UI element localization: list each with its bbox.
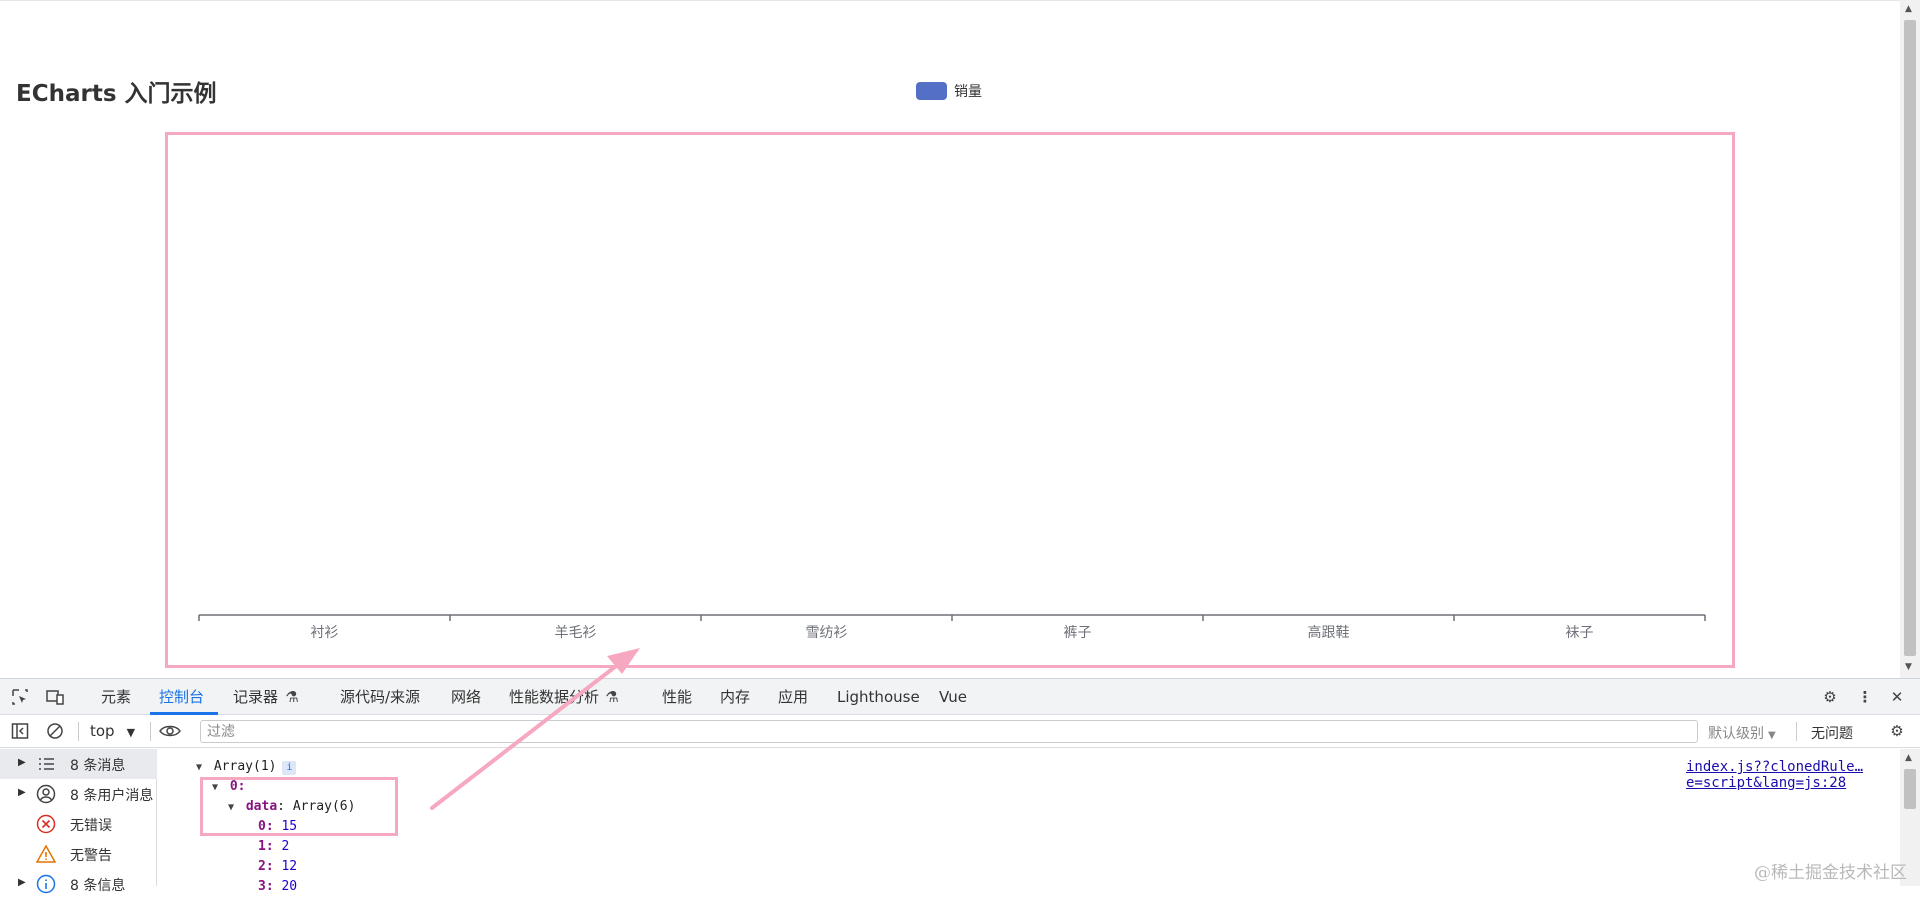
webpage-viewport: ECharts 入门示例 销量 衬衫 羊毛衫 雪纺衫 裤子 高跟鞋 袜子 bbox=[0, 0, 1900, 678]
tab-recorder[interactable]: 记录器 bbox=[233, 679, 278, 715]
console-output: ▼ Array(1) i ▼ 0: ▼ data: Array(6) 0: 15 1… bbox=[158, 749, 1900, 894]
issues-counter[interactable]: 无问题 bbox=[1811, 723, 1853, 743]
console-log-entry[interactable]: ▼ Array(1) i bbox=[196, 759, 297, 775]
sidebar-toggle-icon[interactable] bbox=[10, 721, 30, 741]
tab-elements[interactable]: 元素 bbox=[101, 679, 131, 715]
toolbar-divider bbox=[150, 722, 151, 741]
array-item: 1: 2 bbox=[258, 839, 289, 854]
tab-vue[interactable]: Vue bbox=[939, 679, 967, 715]
x-tick-label: 袜子 bbox=[1566, 625, 1594, 641]
sidebar-item-user-messages[interactable]: ▶ 8 条用户消息 bbox=[0, 779, 157, 809]
log-level-select[interactable]: 默认级别 ▼ bbox=[1708, 723, 1776, 743]
tab-sources[interactable]: 源代码/来源 bbox=[340, 679, 420, 715]
x-tick-label: 羊毛衫 bbox=[555, 625, 597, 641]
error-icon bbox=[36, 814, 56, 834]
list-icon bbox=[39, 758, 54, 770]
live-expression-eye-icon[interactable] bbox=[158, 721, 182, 741]
console-sidebar: ▶ 8 条消息 ▶ 8 条用户消息 无错误 无警告 ▶ 8 条信息 bbox=[0, 749, 157, 894]
chevron-down-icon: ▼ bbox=[126, 726, 136, 739]
tab-application[interactable]: 应用 bbox=[778, 679, 808, 715]
tab-performance[interactable]: 性能 bbox=[662, 679, 692, 715]
context-select-value: top bbox=[90, 722, 115, 740]
sidebar-item-label: 8 条信息 bbox=[70, 878, 126, 894]
array-item: 3: 20 bbox=[258, 879, 297, 894]
array-index: 2: bbox=[258, 859, 282, 874]
console-scroll-thumb[interactable] bbox=[1904, 769, 1916, 809]
expand-triangle-icon[interactable]: ▼ bbox=[196, 762, 202, 773]
tab-network[interactable]: 网络 bbox=[451, 679, 481, 715]
sidebar-item-label: 无错误 bbox=[70, 818, 112, 834]
context-select[interactable]: top ▼ bbox=[90, 722, 135, 740]
page-scrollbar[interactable]: ▲ ▼ bbox=[1900, 0, 1920, 678]
sidebar-item-errors[interactable]: 无错误 bbox=[0, 809, 157, 839]
bar-chart: 衬衫 羊毛衫 雪纺衫 裤子 高跟鞋 袜子 bbox=[198, 614, 1706, 641]
expand-caret-icon[interactable]: ▶ bbox=[18, 877, 26, 888]
info-badge-icon[interactable]: i bbox=[282, 761, 297, 775]
sidebar-item-info[interactable]: ▶ 8 条信息 bbox=[0, 869, 157, 899]
tab-performance-insights[interactable]: 性能数据分析 bbox=[509, 679, 599, 715]
array-index: 3: bbox=[258, 879, 282, 894]
sidebar-item-label: 8 条消息 bbox=[70, 758, 126, 774]
tab-lighthouse[interactable]: Lighthouse bbox=[837, 679, 920, 715]
source-link[interactable]: index.js??clonedRule…e=script&lang=js:28 bbox=[1686, 759, 1900, 791]
close-icon[interactable]: ✕ bbox=[1887, 687, 1907, 707]
expand-caret-icon[interactable]: ▶ bbox=[18, 787, 26, 798]
experiment-flask-icon: ⚗ bbox=[605, 688, 619, 706]
x-tick-label: 裤子 bbox=[1064, 625, 1092, 641]
x-tick-label: 雪纺衫 bbox=[806, 625, 848, 641]
toolbar-divider bbox=[1796, 722, 1797, 741]
expand-caret-icon[interactable]: ▶ bbox=[18, 757, 26, 768]
clear-console-icon[interactable] bbox=[45, 721, 65, 741]
x-tick-label: 高跟鞋 bbox=[1308, 624, 1350, 641]
warning-icon bbox=[36, 844, 56, 863]
info-icon bbox=[36, 874, 56, 894]
array-value: 20 bbox=[281, 879, 298, 894]
sidebar-item-messages[interactable]: ▶ 8 条消息 bbox=[0, 749, 157, 779]
array-value: 2 bbox=[281, 839, 290, 854]
settings-gear-icon[interactable]: ⚙ bbox=[1820, 687, 1840, 707]
filter-input[interactable] bbox=[200, 720, 1698, 743]
devtools-tabbar: 元素 控制台 记录器 ⚗ 源代码/来源 网络 性能数据分析 ⚗ 性能 内存 应用… bbox=[0, 679, 1920, 715]
sidebar-item-label: 8 条用户消息 bbox=[70, 788, 154, 804]
inspect-element-icon[interactable] bbox=[10, 687, 30, 707]
legend-swatch[interactable] bbox=[916, 82, 947, 100]
watermark: @稀土掘金技术社区 bbox=[1754, 863, 1907, 883]
scroll-down-arrow[interactable]: ▼ bbox=[1905, 662, 1912, 672]
log-level-value: 默认级别 bbox=[1708, 726, 1764, 742]
array-value: 12 bbox=[281, 859, 298, 874]
user-icon bbox=[36, 784, 56, 804]
annotation-highlight-box bbox=[200, 777, 398, 836]
page-scroll-thumb[interactable] bbox=[1904, 20, 1916, 656]
array-header: Array(1) bbox=[213, 759, 277, 774]
sidebar-item-warnings[interactable]: 无警告 bbox=[0, 839, 157, 869]
array-item: 2: 12 bbox=[258, 859, 297, 874]
experiment-flask-icon: ⚗ bbox=[285, 688, 299, 706]
device-toolbar-icon[interactable] bbox=[45, 687, 65, 707]
chevron-down-icon: ▼ bbox=[1768, 730, 1776, 741]
page-title: ECharts 入门示例 bbox=[16, 81, 217, 107]
toolbar-divider bbox=[78, 722, 79, 741]
scroll-up-arrow[interactable]: ▲ bbox=[1905, 753, 1912, 763]
more-options-icon[interactable]: ⋮ bbox=[1855, 687, 1875, 707]
scroll-up-arrow[interactable]: ▲ bbox=[1905, 4, 1912, 14]
chart-container: 衬衫 羊毛衫 雪纺衫 裤子 高跟鞋 袜子 bbox=[165, 132, 1735, 668]
tab-console[interactable]: 控制台 bbox=[159, 679, 204, 715]
console-toolbar: top ▼ 默认级别 ▼ 无问题 ⚙ bbox=[0, 715, 1920, 748]
x-tick-label: 衬衫 bbox=[311, 625, 339, 641]
console-settings-gear-icon[interactable]: ⚙ bbox=[1887, 721, 1907, 741]
array-index: 1: bbox=[258, 839, 282, 854]
chart-legend[interactable]: 销量 bbox=[916, 81, 982, 101]
tab-memory[interactable]: 内存 bbox=[720, 679, 750, 715]
sidebar-item-label: 无警告 bbox=[70, 848, 112, 864]
legend-label[interactable]: 销量 bbox=[954, 81, 982, 101]
page-top-border bbox=[0, 0, 1900, 1]
